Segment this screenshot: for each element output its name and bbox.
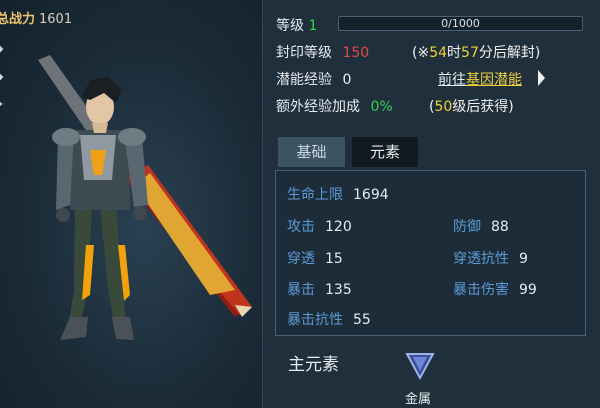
xp-progress-bar: 0/1000 [338,16,583,31]
stat-label: 穿透 [287,251,315,267]
stat-crit: 暴击 135 [287,279,352,299]
main-element-name: 金属 [405,392,432,407]
link-prefix[interactable]: 前往 [438,72,466,88]
hero-character-model[interactable] [30,55,260,355]
stat-value: 88 [491,219,509,235]
seal-hours-unit: 时 [447,45,462,61]
seal-minutes-unit: 分后解封) [478,45,541,61]
side-menu-icon[interactable]: ◆ [0,71,5,82]
stat-label: 攻击 [287,219,315,235]
level-row: 等级 1 [276,15,317,35]
tab-element[interactable]: 元素 [352,137,418,167]
stat-label: 暴击 [287,282,315,298]
stat-label: 防御 [453,219,481,235]
arrow-right-icon[interactable] [538,70,545,86]
stat-defense: 防御 88 [453,216,509,236]
stat-crit-resist: 暴击抗性 55 [287,309,371,329]
stat-value: 1694 [353,187,389,203]
stat-penetration: 穿透 15 [287,248,343,268]
total-power: 总战力 1601 [0,8,72,27]
seal-value: 150 [342,45,370,61]
side-menu-icon[interactable]: ✦ [0,99,5,110]
potential-row: 潜能经验 0 [276,69,351,89]
stat-crit-damage: 暴击伤害 99 [453,279,537,299]
bonus-value: 0% [370,99,393,115]
seal-row: 封印等级 150 [276,42,369,62]
main-element-label: 主元素 [288,355,339,375]
seal-minutes: 57 [461,45,479,61]
xp-progress-text: 0/1000 [441,17,480,30]
level-label: 等级 [276,18,304,34]
bonus-note: (50级后获得) [429,96,514,116]
power-label: 总战力 [0,12,36,27]
stat-label: 穿透抗性 [453,251,509,267]
stat-label: 暴击抗性 [287,312,343,328]
seal-hours: 54 [429,45,448,61]
bonus-unlock-level: 50 [434,99,453,115]
power-value: 1601 [39,12,73,27]
stat-label: 生命上限 [287,187,343,203]
stat-label: 暴击伤害 [453,282,509,298]
potential-value: 0 [342,72,352,88]
seal-timer: (※54时57分后解封) [412,42,540,62]
tab-basic[interactable]: 基础 [278,137,345,167]
stat-value: 135 [325,282,352,298]
side-menu-icon[interactable]: ◆ [0,43,5,54]
stat-value: 55 [353,312,371,328]
stat-hp: 生命上限 1694 [287,184,389,204]
potential-label: 潜能经验 [276,72,332,88]
bonus-row: 额外经验加成 0% [276,96,393,116]
stat-value: 9 [519,251,528,267]
level-value: 1 [308,18,318,34]
gene-potential-link[interactable]: 基因潜能 [466,72,522,88]
seal-label: 封印等级 [276,45,332,61]
stat-value: 99 [519,282,537,298]
stats-panel: 生命上限 1694 攻击 120 防御 88 穿透 15 穿透抗性 9 暴击 135 暴击伤… [275,170,586,336]
stat-value: 15 [325,251,343,267]
bonus-label: 额外经验加成 [276,99,360,115]
stat-penetration-resist: 穿透抗性 9 [453,248,528,268]
seal-note-prefix: (※ [412,45,430,61]
bonus-note-suffix: 级后获得) [452,99,514,115]
stat-value: 120 [325,219,352,235]
goto-gene-potential-link[interactable]: 前往基因潜能 [438,69,522,89]
metal-element-icon[interactable] [405,352,435,380]
character-preview: 总战力1601 ◆ ◆ ✦ [0,0,262,408]
stat-attack: 攻击 120 [287,216,352,236]
